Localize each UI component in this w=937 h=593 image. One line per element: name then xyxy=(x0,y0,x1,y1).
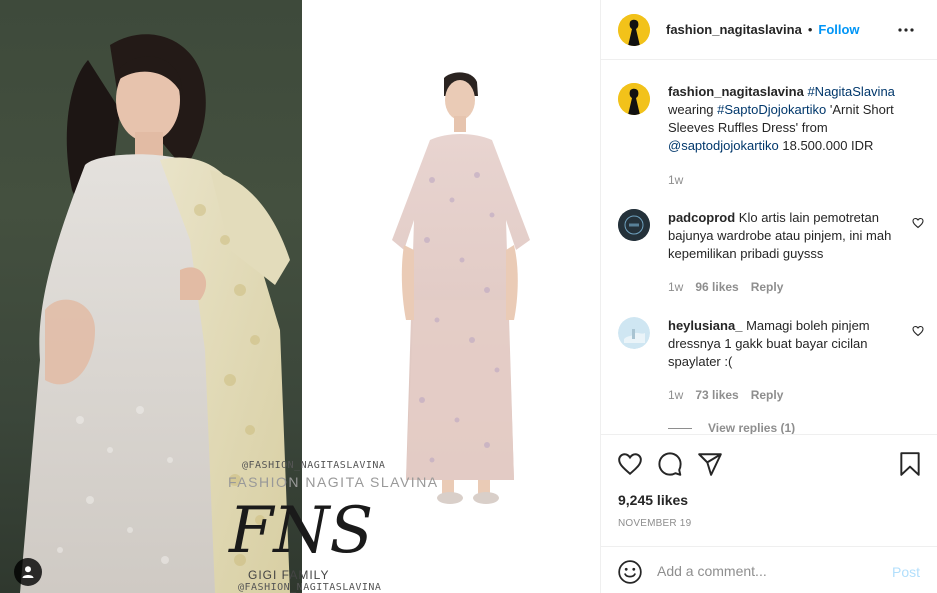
watermark-family: GIGI FAMILY xyxy=(248,568,330,582)
caption-tag-nagitaslavina[interactable]: #NagitaSlavina xyxy=(807,84,894,99)
post-media[interactable]: @FASHION_NAGITASLAVINA FASHION NAGITA SL… xyxy=(0,0,600,593)
reply-button[interactable]: Reply xyxy=(751,388,784,402)
comment-time[interactable]: 1w xyxy=(668,280,683,294)
comment-text: heylusiana_ Mamagi boleh pinjem dressnya… xyxy=(668,317,913,371)
profile-silhouette-icon xyxy=(618,13,650,46)
caption-text-price: 18.500.000 IDR xyxy=(778,138,874,153)
user-tag-button[interactable] xyxy=(14,558,42,586)
heart-icon[interactable] xyxy=(912,325,924,337)
avatar[interactable] xyxy=(618,13,650,46)
caption-text: fashion_nagitaslavina #NagitaSlavina wea… xyxy=(668,83,913,155)
caption-mention-saptodjojokartiko[interactable]: @saptodjojokartiko xyxy=(668,138,779,153)
caption-username[interactable]: fashion_nagitaslavina xyxy=(668,84,804,99)
comment-username[interactable]: padcoprod xyxy=(668,210,735,225)
view-replies-line xyxy=(668,427,692,429)
paper-plane-icon[interactable] xyxy=(697,451,723,477)
more-options-button[interactable] xyxy=(896,22,916,38)
comment-time[interactable]: 1w xyxy=(668,388,683,402)
view-replies-label: View replies (1) xyxy=(708,421,796,434)
post-username[interactable]: fashion_nagitaslavina xyxy=(666,22,802,37)
caption-time[interactable]: 1w xyxy=(668,173,683,187)
heart-icon[interactable] xyxy=(617,451,643,477)
sky-photo-icon xyxy=(618,317,650,349)
caption: fashion_nagitaslavina #NagitaSlavina wea… xyxy=(618,83,928,193)
user-tag-icon xyxy=(22,566,34,578)
watermark-handle-bottom: @FASHION_NAGITASLAVINA xyxy=(238,582,382,593)
comment-meta: 1w 73 likes Reply xyxy=(668,388,783,402)
post-actions: 9,245 likes NOVEMBER 19 xyxy=(601,434,937,546)
add-comment-input[interactable] xyxy=(657,561,877,581)
comment-likes[interactable]: 73 likes xyxy=(695,388,738,402)
watermark-fns-logo: FNS xyxy=(228,494,373,568)
comment-meta: 1w 96 likes Reply xyxy=(668,280,783,294)
follow-button[interactable]: Follow xyxy=(818,22,859,37)
post-date[interactable]: NOVEMBER 19 xyxy=(618,518,691,529)
padco-logo-icon xyxy=(618,209,650,241)
post-comment-button[interactable]: Post xyxy=(892,564,920,580)
likes-count[interactable]: 9,245 likes xyxy=(618,492,688,508)
bookmark-icon[interactable] xyxy=(897,451,923,477)
heart-icon[interactable] xyxy=(912,217,924,229)
comments-section[interactable]: fashion_nagitaslavina #NagitaSlavina wea… xyxy=(601,61,937,434)
comment-username[interactable]: heylusiana_ xyxy=(668,318,742,333)
avatar[interactable] xyxy=(618,83,650,115)
separator-dot: • xyxy=(807,22,813,37)
view-replies-button[interactable]: View replies (1) xyxy=(668,421,795,434)
add-comment-bar: Post xyxy=(601,546,937,593)
avatar[interactable] xyxy=(618,209,650,241)
profile-silhouette-icon xyxy=(618,83,650,115)
comment-text: padcoprod Klo artis lain pemotretan baju… xyxy=(668,209,913,263)
caption-tag-saptodjojokartiko[interactable]: #SaptoDjojokartiko xyxy=(717,102,826,117)
more-horizontal-icon xyxy=(898,28,914,32)
post-panel: fashion_nagitaslavina • Follow fashion_n… xyxy=(600,0,937,593)
comment-likes[interactable]: 96 likes xyxy=(695,280,738,294)
comment-bubble-icon[interactable] xyxy=(657,451,683,477)
caption-text-wearing: wearing xyxy=(668,102,718,117)
comment-item: padcoprod Klo artis lain pemotretan baju… xyxy=(618,209,928,299)
avatar[interactable] xyxy=(618,317,650,349)
watermark-handle-top: @FASHION_NAGITASLAVINA xyxy=(242,460,386,471)
caption-meta: 1w xyxy=(668,173,683,187)
watermark-logo-text: FNS xyxy=(228,494,373,568)
comment-item: heylusiana_ Mamagi boleh pinjem dressnya… xyxy=(618,317,928,407)
smiley-icon[interactable] xyxy=(617,559,643,585)
reply-button[interactable]: Reply xyxy=(751,280,784,294)
post-header: fashion_nagitaslavina • Follow xyxy=(601,0,937,60)
